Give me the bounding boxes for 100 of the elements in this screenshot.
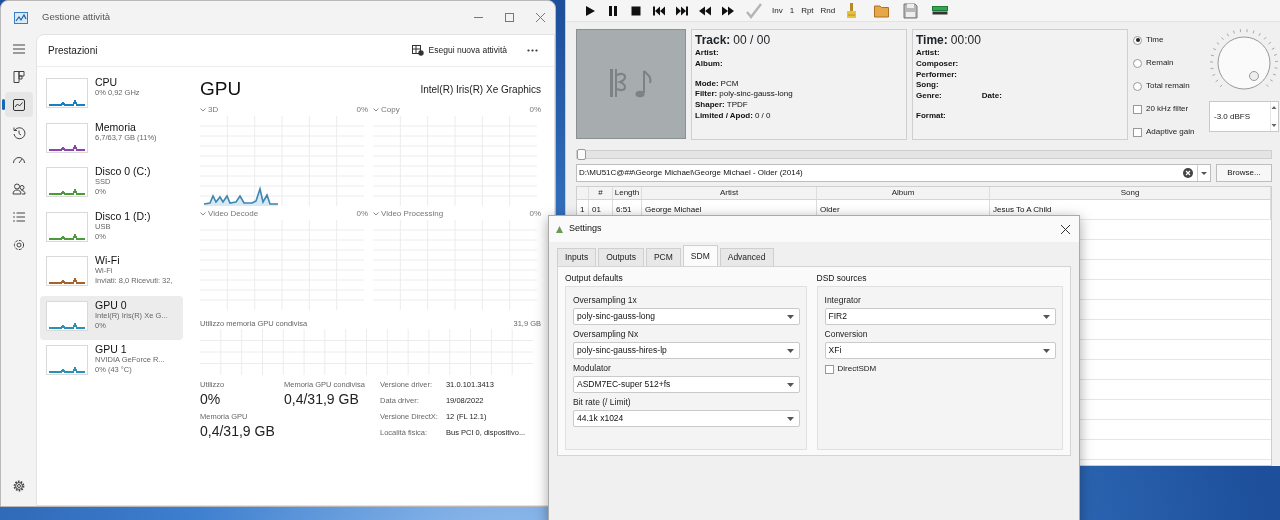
dropdown[interactable]: XFi (824, 342, 1056, 359)
rewind-icon[interactable] (699, 4, 711, 17)
tab[interactable]: SDM (682, 245, 718, 266)
clear-icon[interactable] (1183, 168, 1193, 178)
caret-icon (786, 382, 794, 387)
resource-name: GPU 0 (95, 298, 128, 311)
field-label: Artist: (916, 48, 940, 59)
close-icon[interactable] (1061, 224, 1070, 234)
radio-button[interactable] (1133, 58, 1142, 68)
dropdown-arrow-icon[interactable] (1197, 165, 1210, 181)
field-label: Album: (695, 58, 723, 70)
skip-forward-icon[interactable] (676, 4, 688, 17)
radio-label: Remain (1146, 57, 1174, 69)
field-label: Mode: (695, 78, 719, 90)
list-icon[interactable] (11, 209, 26, 224)
chart-icon (14, 11, 28, 24)
save-icon[interactable] (903, 2, 920, 19)
chart-icon[interactable] (11, 97, 26, 112)
nav-button[interactable] (4, 92, 33, 117)
window-title: Gestione attività (42, 10, 111, 25)
column-header[interactable]: Length (613, 187, 642, 199)
group-title: Output defaults (565, 272, 624, 285)
heading-value: 00:00 (950, 33, 981, 48)
checkbox[interactable] (1133, 104, 1142, 114)
stat-value: 0,4/31,9 GB (284, 390, 360, 408)
pause-icon[interactable] (607, 4, 619, 17)
skip-back-icon[interactable] (653, 4, 665, 17)
page-title: Prestazioni (48, 44, 98, 58)
dialog-title: Settings (569, 222, 602, 236)
browse-button[interactable]: Browse... (1216, 164, 1272, 182)
caret-icon (786, 348, 794, 353)
window-plus-icon (411, 45, 424, 56)
field-label: Limited / Apod: (695, 111, 753, 122)
dropdown[interactable]: poly-sinc-gauss-long (573, 308, 800, 325)
field-label: Oversampling 1x (573, 295, 638, 306)
dropdown[interactable]: ASDM7EC-super 512+fs (573, 376, 800, 393)
dropdown[interactable]: poly-sinc-gauss-hires-lp (573, 342, 800, 359)
chevron-icon[interactable] (200, 108, 206, 112)
engine-percent: 0% (529, 104, 541, 116)
gain-field[interactable]: -3.0 dBFS (1209, 101, 1279, 132)
chevron-icon[interactable] (200, 212, 206, 216)
checkbox-label: Adaptive gain (1146, 126, 1195, 138)
path-combobox[interactable]: D:\MU51C@##\George Michael\George Michael - Older (2014) (576, 164, 1211, 182)
group-title: DSD sources (816, 272, 868, 285)
engine-name: Copy (381, 104, 400, 116)
field-label: Date: (981, 91, 1002, 102)
field-label: Performer: (916, 69, 957, 81)
field-label: Bit rate (/ Limit) (573, 397, 632, 408)
folder-icon[interactable] (874, 2, 891, 19)
column-header[interactable]: # (589, 187, 613, 199)
column-header[interactable]: Song (990, 187, 1271, 199)
chevron-icon[interactable] (373, 108, 379, 112)
dropdown[interactable]: FIR2 (824, 308, 1056, 325)
resource-name: GPU 1 (95, 343, 128, 355)
field-label: Shaper: (695, 100, 725, 111)
checkbox[interactable] (824, 364, 834, 374)
stat-value: 0% (200, 390, 222, 408)
radio-button[interactable] (1133, 81, 1142, 91)
toolbar-text-button[interactable]: Rpt (801, 4, 814, 17)
settings-icon[interactable] (11, 478, 26, 493)
column-header[interactable]: Album (817, 187, 990, 199)
checkbox-label: 20 kHz filter (1146, 103, 1189, 115)
chevron-icon[interactable] (373, 212, 379, 216)
field-label: Conversion (824, 329, 869, 340)
check-icon[interactable] (746, 2, 762, 19)
checkbox-label: DirectSDM (837, 363, 877, 375)
grid-icon[interactable] (11, 69, 26, 84)
engine-name: 3D (208, 104, 219, 116)
users-icon[interactable] (11, 181, 26, 196)
column-header[interactable]: Artist (642, 187, 817, 199)
toolbar-text-button[interactable]: Rnd (820, 4, 836, 17)
dropdown[interactable]: 44.1k x1024 (573, 410, 800, 427)
menu-icon[interactable] (11, 41, 26, 56)
checkbox[interactable] (1133, 127, 1142, 137)
seek-slider[interactable] (577, 149, 586, 160)
engine-name: Video Processing (381, 208, 444, 220)
tab[interactable]: Advanced (719, 248, 774, 266)
field-label: Format: (916, 111, 946, 122)
heading-label: Track: (695, 33, 731, 48)
caret-icon (1043, 348, 1050, 353)
toolbar-text-button[interactable]: 1 (789, 4, 795, 17)
tab[interactable]: PCM (645, 248, 681, 266)
engine-percent: 0% (356, 208, 368, 220)
caret-icon (1043, 314, 1050, 319)
fast-forward-icon[interactable] (722, 4, 734, 17)
resource-name: Memoria (95, 120, 137, 133)
tab[interactable]: Inputs (557, 248, 597, 266)
cog-icon[interactable] (11, 237, 26, 252)
field-value: poly-sinc-gauss-long (719, 89, 793, 101)
spin-arrows-icon[interactable] (1270, 102, 1278, 131)
engine-name: Video Decode (208, 208, 259, 220)
clock-icon[interactable] (11, 125, 26, 140)
field-label: Integrator (824, 295, 862, 306)
toolbar-text-button[interactable]: Inv (772, 4, 783, 17)
play-icon[interactable] (584, 4, 596, 17)
maximize-icon[interactable] (505, 13, 514, 22)
field-label: Modulator (573, 363, 612, 374)
stop-icon[interactable] (630, 4, 642, 17)
radio-button[interactable] (1133, 35, 1142, 45)
tab[interactable]: Outputs (598, 248, 644, 266)
